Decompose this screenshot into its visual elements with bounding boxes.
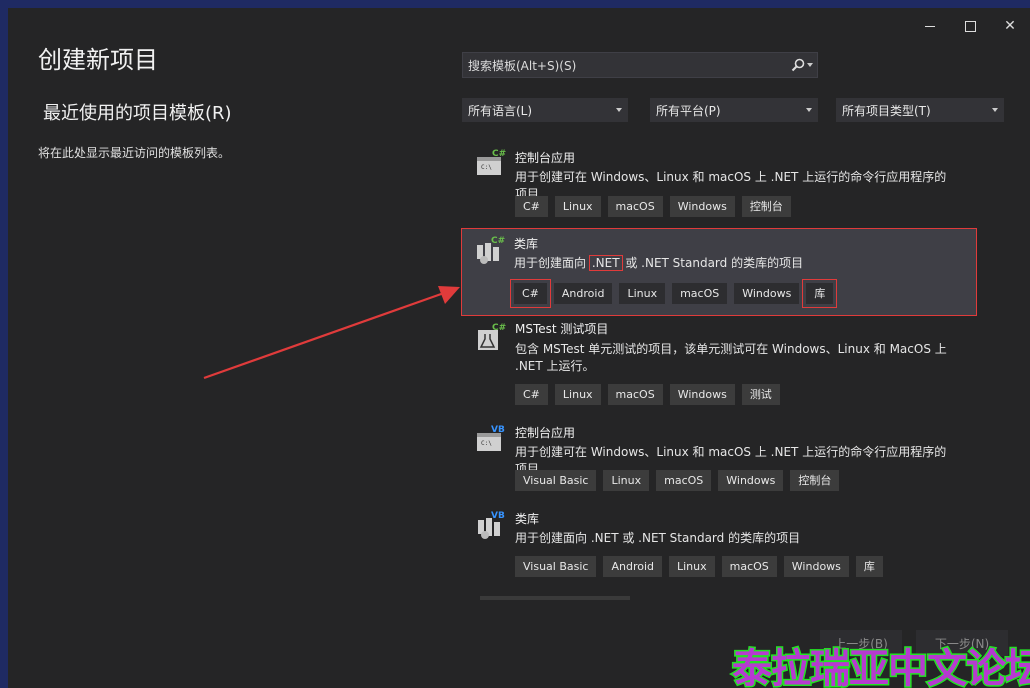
template-name: 类库 <box>514 237 539 251</box>
tag: 控制台 <box>790 470 840 491</box>
watermark-text: 泰拉瑞亚中文论坛 <box>731 644 1030 688</box>
language-badge: C# <box>491 236 505 246</box>
tag: 测试 <box>741 384 780 405</box>
minimize-icon <box>925 25 935 27</box>
tag: macOS <box>607 384 663 405</box>
template-name: 控制台应用 <box>515 151 576 165</box>
tag: C# <box>510 279 551 308</box>
recent-templates-heading: 最近使用的项目模板(R) <box>43 103 232 124</box>
language-badge: C# <box>492 149 506 159</box>
platform-filter-label: 所有平台(P) <box>656 103 721 118</box>
language-filter-label: 所有语言(L) <box>468 103 533 118</box>
tag: C# <box>515 384 548 405</box>
window-controls: ✕ <box>910 12 1030 40</box>
tag: Windows <box>783 556 849 577</box>
template-item[interactable]: C:\ VB 控制台应用 用于创建可在 Windows、Linux 和 macO… <box>462 418 976 498</box>
template-item[interactable]: C:\ C# 控制台应用 用于创建可在 Windows、Linux 和 macO… <box>462 142 976 222</box>
language-badge: VB <box>491 511 505 521</box>
class-library-icon: C# <box>477 236 505 264</box>
language-badge: VB <box>491 425 505 435</box>
description-text: 或 .NET Standard 的类库的项目 <box>621 256 804 270</box>
template-tags: Visual Basic Android Linux macOS Windows… <box>515 556 883 577</box>
watermark: 泰拉瑞亚中文论坛 <box>728 630 1030 688</box>
description-text: 用于创建面向 <box>514 256 590 270</box>
platform-filter-dropdown[interactable]: 所有平台(P) <box>650 98 818 122</box>
tag: 控制台 <box>741 196 791 217</box>
tag: macOS <box>672 283 728 304</box>
tag: Linux <box>554 384 601 405</box>
search-button[interactable] <box>791 57 813 73</box>
page-title: 创建新项目 <box>38 46 158 74</box>
close-button[interactable]: ✕ <box>990 12 1030 40</box>
template-name: 控制台应用 <box>515 426 576 440</box>
search-icon <box>791 58 805 72</box>
template-tags: C# Linux macOS Windows 测试 <box>515 384 780 405</box>
tag: macOS <box>607 196 663 217</box>
tag: Linux <box>603 470 650 491</box>
tag: Linux <box>619 283 666 304</box>
search-placeholder: 搜索模板(Alt+S)(S) <box>468 58 577 73</box>
minimize-button[interactable] <box>910 12 950 40</box>
chevron-down-icon <box>616 108 622 112</box>
template-tags: C# Android Linux macOS Windows 库 <box>510 279 838 308</box>
console-app-icon: C:\ VB <box>477 425 505 451</box>
template-description: 包含 MSTest 单元测试的项目，该单元测试可在 Windows、Linux … <box>515 342 947 373</box>
chevron-down-icon <box>806 108 812 112</box>
template-item[interactable]: VB 类库 用于创建面向 .NET 或 .NET Standard 的类库的项目… <box>462 504 976 584</box>
language-filter-dropdown[interactable]: 所有语言(L) <box>462 98 628 122</box>
template-tags: C# Linux macOS Windows 控制台 <box>515 196 791 217</box>
tag: Linux <box>554 196 601 217</box>
tag: Android <box>553 283 613 304</box>
tag: Visual Basic <box>515 556 597 577</box>
tag: Windows <box>669 196 735 217</box>
tag: C# <box>515 196 548 217</box>
tag: macOS <box>721 556 777 577</box>
recent-templates-empty-text: 将在此处显示最近访问的模板列表。 <box>38 146 231 160</box>
chevron-down-icon <box>992 108 998 112</box>
tag: 库 <box>855 556 883 577</box>
maximize-icon <box>964 20 976 32</box>
next-template-fade <box>480 596 630 600</box>
tag: Windows <box>718 470 784 491</box>
tag: Android <box>603 556 662 577</box>
template-name: MSTest 测试项目 <box>515 322 609 336</box>
project-type-filter-dropdown[interactable]: 所有项目类型(T) <box>836 98 1004 122</box>
tag: Visual Basic <box>515 470 597 491</box>
language-badge: C# <box>492 323 506 333</box>
close-icon: ✕ <box>1004 18 1016 34</box>
tag: 库 <box>802 279 838 308</box>
project-type-filter-label: 所有项目类型(T) <box>842 103 931 118</box>
svg-text:C:\: C:\ <box>481 164 492 171</box>
template-item-selected[interactable]: C# 类库 用于创建面向 .NET 或 .NET Standard 的类库的项目… <box>461 228 977 316</box>
tag: Linux <box>669 556 715 577</box>
search-input[interactable]: 搜索模板(Alt+S)(S) <box>462 52 818 78</box>
template-description: 用于创建面向 .NET 或 .NET Standard 的类库的项目 <box>514 255 954 272</box>
tag: Windows <box>669 384 735 405</box>
template-description: 用于创建面向 .NET 或 .NET Standard 的类库的项目 <box>515 531 801 545</box>
tag: macOS <box>656 470 712 491</box>
new-project-dialog: ✕ 创建新项目 最近使用的项目模板(R) 将在此处显示最近访问的模板列表。 搜索… <box>8 8 1030 688</box>
tag: Windows <box>734 283 800 304</box>
console-app-icon: C:\ C# <box>477 149 506 175</box>
template-item[interactable]: C# MSTest 测试项目 包含 MSTest 单元测试的项目，该单元测试可在… <box>462 316 976 412</box>
chevron-down-icon <box>807 63 813 67</box>
highlighted-net-text: .NET <box>588 255 623 271</box>
class-library-icon: VB <box>478 511 505 539</box>
template-name: 类库 <box>515 512 540 526</box>
template-tags: Visual Basic Linux macOS Windows 控制台 <box>515 470 840 491</box>
maximize-button[interactable] <box>950 12 990 40</box>
test-project-icon: C# <box>478 323 506 350</box>
svg-text:C:\: C:\ <box>481 440 492 447</box>
